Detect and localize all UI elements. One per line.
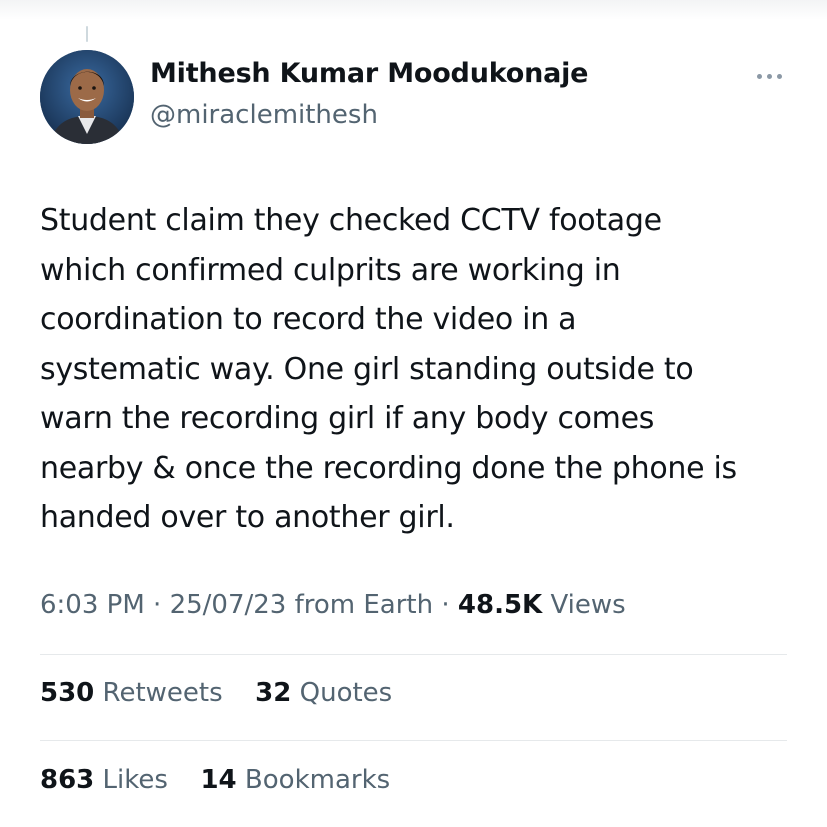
divider <box>40 654 787 655</box>
dot <box>776 73 782 79</box>
meta-separator: · <box>153 590 162 620</box>
bookmarks-label: Bookmarks <box>244 765 391 795</box>
quotes-count: 32 <box>255 678 292 708</box>
views-count[interactable]: 48.5K <box>458 590 542 620</box>
meta-separator: · <box>441 590 450 620</box>
dot <box>756 73 762 79</box>
more-options-icon[interactable] <box>748 64 790 88</box>
tweet-text: Student claim they checked CCTV footage … <box>40 203 737 535</box>
stats-row-engagement: 863 Likes 14 Bookmarks <box>40 765 390 795</box>
retweets-count: 530 <box>40 678 95 708</box>
views-label[interactable]: Views <box>550 590 625 620</box>
tweet-page: Mithesh Kumar Moodukonaje @miraclemithes… <box>0 0 827 827</box>
stats-row-shares: 530 Retweets 32 Quotes <box>40 678 392 708</box>
likes-count: 863 <box>40 765 95 795</box>
retweets-label: Retweets <box>102 678 223 708</box>
author-handle[interactable]: @miraclemithesh <box>150 100 378 130</box>
likes-label: Likes <box>102 765 168 795</box>
retweets-stat[interactable]: 530 Retweets <box>40 678 231 708</box>
quotes-label: Quotes <box>299 678 393 708</box>
avatar-photo <box>40 50 134 144</box>
thread-line <box>86 26 88 42</box>
bookmarks-stat[interactable]: 14 Bookmarks <box>200 765 390 795</box>
bookmarks-count: 14 <box>200 765 237 795</box>
tweet-source: from Earth <box>294 590 434 620</box>
likes-stat[interactable]: 863 Likes <box>40 765 176 795</box>
tweet-date[interactable]: 25/07/23 <box>170 590 287 620</box>
quotes-stat[interactable]: 32 Quotes <box>255 678 392 708</box>
top-fade <box>0 0 827 20</box>
dot <box>766 73 772 79</box>
avatar[interactable] <box>40 50 134 144</box>
author-name[interactable]: Mithesh Kumar Moodukonaje <box>150 58 589 89</box>
divider <box>40 740 787 741</box>
tweet-time[interactable]: 6:03 PM <box>40 590 145 620</box>
tweet-meta: 6:03 PM · 25/07/23 from Earth · 48.5K Vi… <box>40 590 626 620</box>
